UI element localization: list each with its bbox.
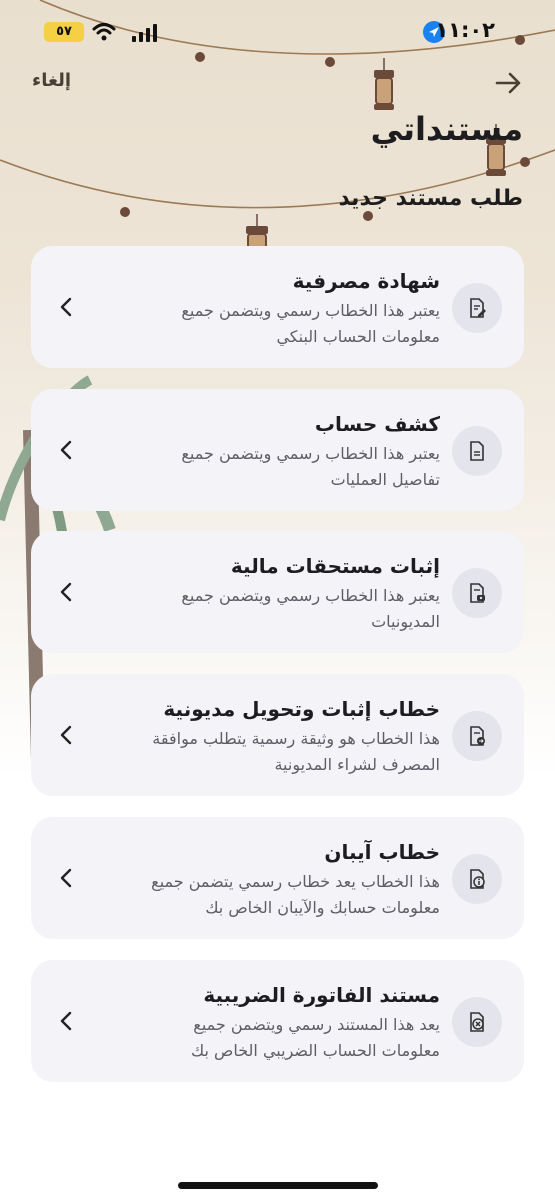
card-description: المديونيات [371,612,440,631]
chevron-left-icon [60,725,72,745]
card-text: خطاب إثبات وتحويل مديونية هذا الخطاب هو … [80,694,440,778]
card-description: معلومات الحساب البنكي [276,327,440,346]
card-text: كشف حساب يعتبر هذا الخطاب رسمي ويتضمن جم… [80,409,440,493]
status-bar: ٥٧ ١١:٠٢ [0,0,555,64]
document-card-financial-dues[interactable]: إثبات مستحقات مالية يعتبر هذا الخطاب رسم… [31,531,524,653]
card-description: تفاصيل العمليات [330,470,440,489]
chevron-left-icon [60,297,72,317]
home-indicator [178,1182,378,1189]
section-title: طلب مستند جديد [338,186,523,211]
document-tax-icon [452,997,502,1047]
document-card-account-statement[interactable]: كشف حساب يعتبر هذا الخطاب رسمي ويتضمن جم… [31,389,524,511]
card-description: هذا الخطاب يعد خطاب رسمي يتضمن جميع [151,872,440,891]
nav-bar: إلغاء [0,64,555,104]
chevron-left-icon [60,440,72,460]
card-description: يعد هذا المستند رسمي ويتضمن جميع [193,1015,440,1034]
card-title: خطاب إثبات وتحويل مديونية [163,697,440,721]
card-description: يعتبر هذا الخطاب رسمي ويتضمن جميع [181,586,440,605]
document-card-tax-invoice[interactable]: مستند الفاتورة الضريبية يعد هذا المستند … [31,960,524,1082]
document-card-iban-letter[interactable]: خطاب آيبان هذا الخطاب يعد خطاب رسمي يتضم… [31,817,524,939]
document-edit-icon [452,283,502,333]
card-description: هذا الخطاب هو وثيقة رسمية يتطلب موافقة [152,729,440,748]
card-text: خطاب آيبان هذا الخطاب يعد خطاب رسمي يتضم… [80,837,440,921]
card-title: إثبات مستحقات مالية [230,554,440,578]
card-title: كشف حساب [314,412,440,436]
wifi-icon [92,23,116,41]
card-title: خطاب آيبان [324,840,440,864]
document-icon [452,426,502,476]
battery-indicator: ٥٧ [44,22,84,42]
card-description: يعتبر هذا الخطاب رسمي ويتضمن جميع [181,301,440,320]
card-title: شهادة مصرفية [292,269,440,293]
card-title: مستند الفاتورة الضريبية [203,983,440,1007]
status-time: ١١:٠٢ [435,18,495,42]
card-text: شهادة مصرفية يعتبر هذا الخطاب رسمي ويتضم… [80,266,440,350]
cellular-signal-icon [132,24,157,42]
card-description: معلومات الحساب الضريبي الخاص بك [190,1041,440,1060]
back-arrow-icon[interactable] [493,68,523,98]
card-description: معلومات حسابك والآيبان الخاص بك [205,898,440,917]
document-transfer-icon [452,711,502,761]
card-description: المصرف لشراء المديونية [274,755,440,774]
page-title: مستنداتي [370,110,523,148]
chevron-left-icon [60,868,72,888]
cancel-button[interactable]: إلغاء [32,70,71,91]
card-description: يعتبر هذا الخطاب رسمي ويتضمن جميع [181,444,440,463]
card-text: مستند الفاتورة الضريبية يعد هذا المستند … [80,980,440,1064]
document-money-icon [452,568,502,618]
chevron-left-icon [60,582,72,602]
document-card-bank-certificate[interactable]: شهادة مصرفية يعتبر هذا الخطاب رسمي ويتضم… [31,246,524,368]
chevron-left-icon [60,1011,72,1031]
card-text: إثبات مستحقات مالية يعتبر هذا الخطاب رسم… [80,551,440,635]
document-card-debt-transfer[interactable]: خطاب إثبات وتحويل مديونية هذا الخطاب هو … [31,674,524,796]
document-info-icon [452,854,502,904]
